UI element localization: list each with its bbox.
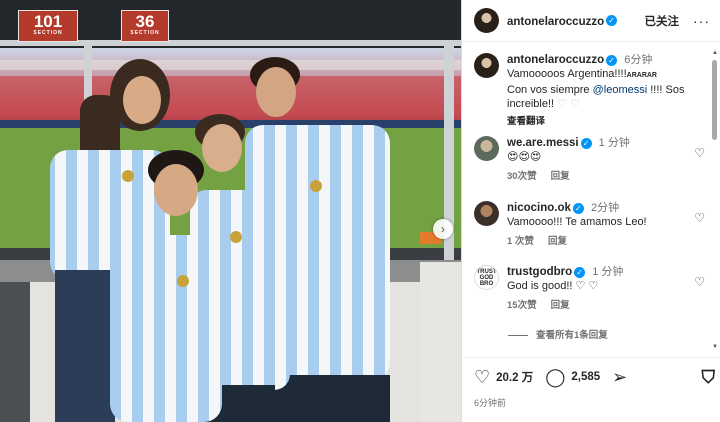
comment-like-heart-icon[interactable]: ♡ (694, 211, 705, 225)
comment-time: 1 分钟 (598, 137, 630, 149)
following-button[interactable]: 已关注 (645, 13, 680, 29)
comment-likes[interactable]: 1 次赞 (507, 236, 534, 247)
reply-button[interactable]: 回复 (551, 300, 570, 311)
post-header: antonelaroccuzzo ✓ 已关注 ··· (462, 0, 720, 42)
see-translation-link[interactable]: 查看翻译 (507, 115, 697, 129)
author-avatar[interactable] (474, 8, 499, 33)
post-time-ago: 6分钟前 (474, 398, 507, 408)
caption-username[interactable]: antonelaroccuzzo (507, 54, 604, 66)
post-side-panel: antonelaroccuzzo ✓ 已关注 ··· antonelaroccuz… (461, 0, 720, 422)
caption-avatar[interactable] (474, 53, 499, 78)
more-options-icon[interactable]: ··· (693, 13, 710, 29)
view-replies-link[interactable]: 查看所有1条回复 (508, 327, 608, 341)
comment-username[interactable]: nicocino.ok (507, 202, 571, 214)
verified-icon: ✓ (580, 137, 592, 149)
avatar-logo-text: TRUST GOD BRO (476, 268, 497, 287)
caption-line2-pre: Con vos siempre (507, 84, 593, 96)
comment-likes[interactable]: 15次赞 (507, 300, 537, 311)
verified-icon: ✓ (574, 266, 586, 278)
section-sign-36: 36 SECTION (121, 10, 169, 42)
comment-username[interactable]: we.are.messi (507, 137, 579, 149)
scroll-up-icon[interactable]: ▲ (712, 50, 718, 56)
comment-body: trustgodbro ✓ 1 分钟 God is good!! ♡ ♡ 15次赞… (507, 265, 697, 313)
next-photo-button[interactable]: › (433, 219, 453, 239)
comment-likes[interactable]: 30次赞 (507, 171, 537, 182)
comment-icon[interactable]: ◯ (545, 368, 565, 386)
post-photo: 101 SECTION 36 SECTION › (0, 0, 461, 422)
white-heart-emoji: ♡ ♡ (557, 98, 580, 110)
comment-like-heart-icon[interactable]: ♡ (694, 146, 705, 160)
comment-text: 😍😍😍 (507, 151, 542, 163)
like-count[interactable]: 20.2 万 (496, 369, 533, 385)
comment-body: nicocino.ok ✓ 2分钟 Vamoooo!!! Te amamos Le… (507, 201, 697, 249)
scrollbar-thumb[interactable] (712, 60, 717, 140)
scroll-down-icon[interactable]: ▼ (712, 344, 718, 350)
comment-item: TRUST GOD BRO trustgodbro ✓ 1 分钟 God is g… (474, 265, 709, 313)
comment-like-heart-icon[interactable]: ♡ (694, 275, 705, 289)
comment-text: Vamoooo!!! Te amamos Leo! (507, 216, 647, 228)
author-username[interactable]: antonelaroccuzzo (507, 16, 604, 28)
caption-line-2: Con vos siempre @leomessi !!!! Sos incre… (507, 83, 697, 111)
section-number: 36 (135, 12, 155, 31)
comments-scrollbar[interactable]: ▲ ▼ (712, 50, 718, 350)
comment-meta: 30次赞 回复 (507, 170, 697, 184)
comment-meta: 15次赞 回复 (507, 299, 697, 313)
chevron-right-icon: › (441, 222, 445, 236)
comment-item: we.are.messi ✓ 1 分钟 😍😍😍 30次赞 回复 ♡ (474, 136, 709, 184)
verified-icon: ✓ (606, 54, 618, 66)
verified-icon: ✓ (572, 202, 584, 214)
author-name-wrap: antonelaroccuzzo ✓ (507, 12, 618, 30)
section-number: 101 (33, 12, 63, 31)
share-icon[interactable]: ➢ (612, 368, 627, 386)
comment-time: 1 分钟 (592, 266, 624, 278)
comment-meta: 1 次赞 回复 (507, 235, 697, 249)
action-row: ♡ 20.2 万 ◯ 2,585 ➢ ⛉ (462, 358, 720, 396)
reply-button[interactable]: 回复 (551, 171, 570, 182)
section-label: SECTION (130, 30, 160, 36)
caption-body: antonelaroccuzzo ✓ 6分钟 Vamooooos Argentin… (507, 53, 697, 129)
caption-line1-text: Vamooooos Argentina!!!! (507, 68, 627, 80)
commenter-avatar[interactable] (474, 201, 499, 226)
photo-scene (0, 0, 461, 422)
comments-list: antonelaroccuzzo ✓ 6分钟 Vamooooos Argentin… (462, 43, 713, 348)
comment-item: nicocino.ok ✓ 2分钟 Vamoooo!!! Te amamos Le… (474, 201, 709, 249)
mention-link[interactable]: @leomessi (593, 84, 648, 96)
caption-time: 6分钟 (624, 54, 653, 66)
like-heart-icon[interactable]: ♡ (474, 368, 490, 386)
comment-text: God is good!! ♡ ♡ (507, 280, 599, 292)
post-actions: ♡ 20.2 万 ◯ 2,585 ➢ ⛉ 6分钟前 (462, 357, 720, 422)
commenter-avatar[interactable]: TRUST GOD BRO (474, 265, 499, 290)
reply-button[interactable]: 回复 (548, 236, 567, 247)
section-sign-101: 101 SECTION (18, 10, 78, 42)
verified-icon: ✓ (606, 14, 618, 26)
caption-line1-tag: ARARAR (626, 72, 657, 79)
comment-time: 2分钟 (590, 202, 620, 214)
section-label: SECTION (33, 30, 63, 36)
comment-body: we.are.messi ✓ 1 分钟 😍😍😍 30次赞 回复 (507, 136, 697, 184)
caption-line-1: Vamooooos Argentina!!!!ARARAR (507, 67, 697, 83)
bookmark-icon[interactable]: ⛉ (702, 368, 716, 386)
comment-username[interactable]: trustgodbro (507, 266, 572, 278)
caption: antonelaroccuzzo ✓ 6分钟 Vamooooos Argentin… (474, 53, 709, 129)
comment-count[interactable]: 2,585 (571, 371, 600, 383)
commenter-avatar[interactable] (474, 136, 499, 161)
